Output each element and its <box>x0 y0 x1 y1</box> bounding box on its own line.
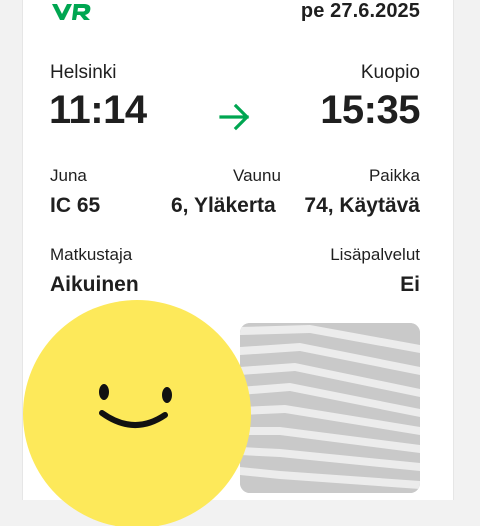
departure-time: 11:14 <box>49 88 147 132</box>
car-label: Vaunu <box>233 166 281 185</box>
arrival-time: 15:35 <box>320 88 420 132</box>
train-value: IC 65 <box>50 194 101 217</box>
train-label: Juna <box>50 166 87 185</box>
car-value: 6, Yläkerta <box>171 194 276 217</box>
arrow-right-icon <box>219 103 250 131</box>
smiley-face-icon <box>23 300 251 526</box>
extras-value: Ei <box>400 273 420 296</box>
passenger-value: Aikuinen <box>50 273 139 296</box>
departure-city: Helsinki <box>50 62 117 83</box>
seat-value: 74, Käytävä <box>304 194 420 217</box>
passenger-label: Matkustaja <box>50 245 133 264</box>
travel-date: pe 27.6.2025 <box>300 0 420 22</box>
extras-label: Lisäpalvelut <box>330 245 420 264</box>
vr-logo-icon <box>52 4 91 20</box>
seat-label: Paikka <box>368 166 420 185</box>
ticket-barcode <box>240 323 420 493</box>
arrival-city: Kuopio <box>360 62 420 83</box>
